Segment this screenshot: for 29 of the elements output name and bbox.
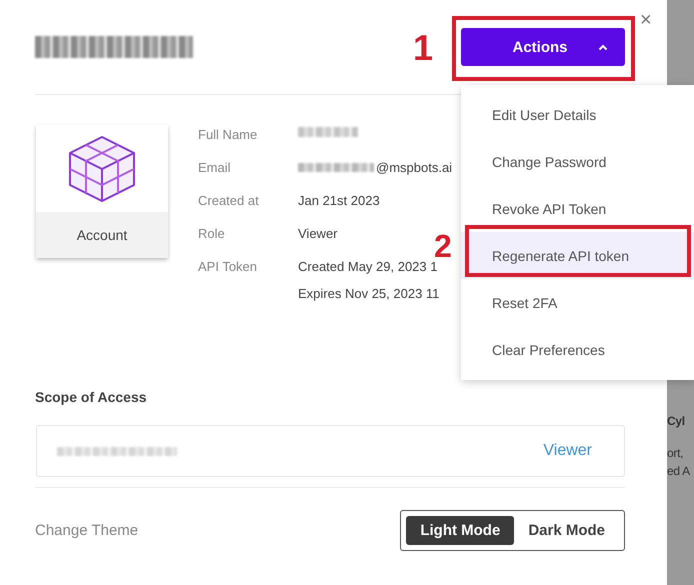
field-label: Created at [198, 193, 260, 208]
redacted-name [298, 127, 358, 137]
step-number: 2 [434, 230, 452, 262]
menu-item[interactable]: Reset 2FA [461, 279, 694, 326]
field-label: Email [198, 160, 232, 175]
field-label: Role [198, 226, 226, 241]
section-title: Scope of Access [35, 389, 148, 405]
step-number: 1 [413, 30, 434, 66]
actions-button[interactable]: Actions [461, 28, 625, 66]
theme-option[interactable]: Light Mode [406, 516, 514, 545]
background-text: ed A [667, 464, 690, 478]
caret-icon [598, 44, 608, 50]
close-button[interactable]: × [640, 10, 652, 30]
menu-item[interactable]: Revoke API Token [461, 185, 694, 232]
account-label: Account [36, 212, 168, 258]
menu-item[interactable]: Change Password [461, 138, 694, 185]
theme-option[interactable]: Dark Mode [514, 516, 619, 545]
field-value: Jan 21st 2023 [298, 193, 381, 208]
background-text: Cyl [667, 414, 686, 428]
field-value: @mspbots.ai [376, 160, 452, 175]
background-text: ort, [667, 446, 684, 460]
field-value: Viewer [298, 226, 339, 241]
field-value: Expires Nov 25, 2023 11 [298, 286, 440, 301]
field-value: Created May 29, 2023 1 [298, 259, 438, 274]
field-label: API Token [198, 259, 258, 276]
field-label: Full Name [198, 127, 258, 142]
theme-label: Change Theme [35, 522, 138, 539]
menu-item[interactable]: Edit User Details [461, 91, 694, 138]
menu-item[interactable]: Clear Preferences [461, 326, 694, 373]
